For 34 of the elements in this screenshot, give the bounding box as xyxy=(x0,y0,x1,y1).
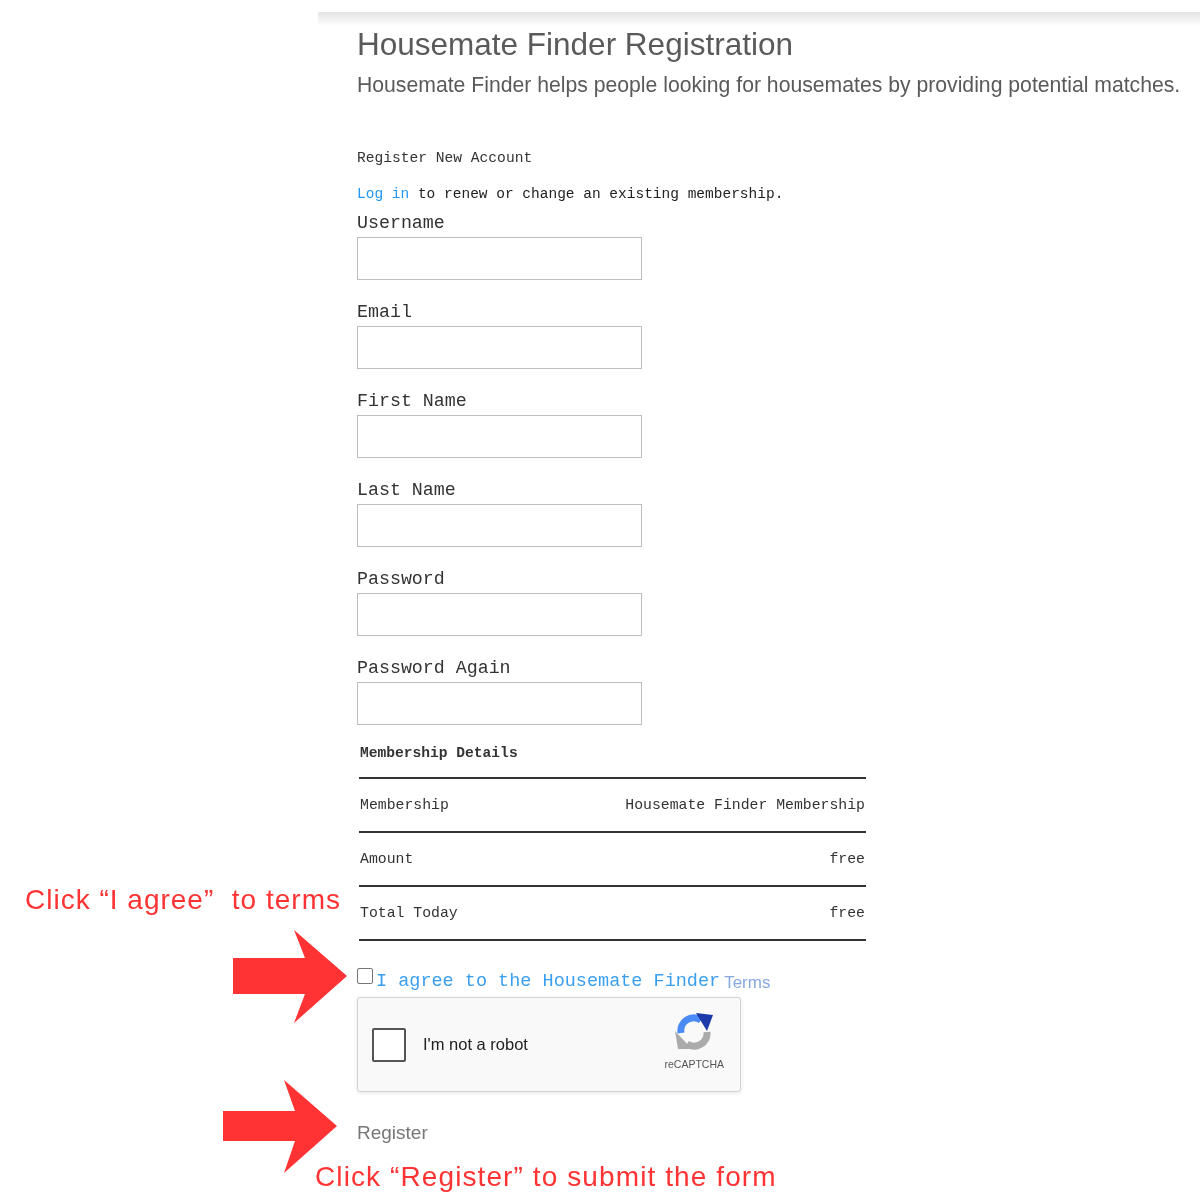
input-field[interactable] xyxy=(357,682,642,725)
input-field[interactable] xyxy=(357,237,642,280)
input-field[interactable] xyxy=(357,504,642,547)
page-description: Housemate Finder helps people looking for housemates by providing potential matches. xyxy=(357,73,1181,97)
field-label: Password xyxy=(357,568,445,590)
circular-arrows-icon xyxy=(674,1011,715,1051)
captcha-brand: reCAPTCHA xyxy=(664,1058,724,1070)
field-label: Password Again xyxy=(357,657,511,679)
table-cell-text: Amount xyxy=(360,850,414,869)
field-label: Username xyxy=(357,212,445,234)
register-button[interactable]: Register xyxy=(357,1121,428,1145)
table-cell-text: free xyxy=(829,904,865,923)
input-field[interactable] xyxy=(357,415,642,458)
input-field[interactable] xyxy=(357,593,642,636)
table-cell-text: Housemate Finder Membership xyxy=(625,796,865,815)
table-cell-text: Membership xyxy=(360,796,449,815)
field-label: Last Name xyxy=(357,479,456,501)
section-heading: Register New Account xyxy=(357,149,533,168)
table-cell-text: free xyxy=(829,850,865,869)
terms-text: I agree to the Housemate Finder xyxy=(376,971,721,993)
login-note: Log in to renew or change an existing membership. xyxy=(357,185,784,204)
table-cell-text: Total Today xyxy=(360,904,458,923)
input-field[interactable] xyxy=(357,326,642,369)
annotation-text: Click “Register” to submit the form xyxy=(315,1161,777,1193)
captcha-label: I'm not a robot xyxy=(423,1035,528,1054)
login-link[interactable]: Log in xyxy=(357,186,410,202)
captcha-checkbox[interactable] xyxy=(372,1027,406,1062)
terms-link[interactable]: Terms xyxy=(724,972,771,994)
terms-checkbox[interactable] xyxy=(357,968,373,984)
section-heading: Membership Details xyxy=(360,744,518,763)
page-title: Housemate Finder Registration xyxy=(357,26,793,62)
annotation-text: Click “I agree” to terms xyxy=(25,884,341,916)
field-label: First Name xyxy=(357,390,467,412)
field-label: Email xyxy=(357,301,412,323)
